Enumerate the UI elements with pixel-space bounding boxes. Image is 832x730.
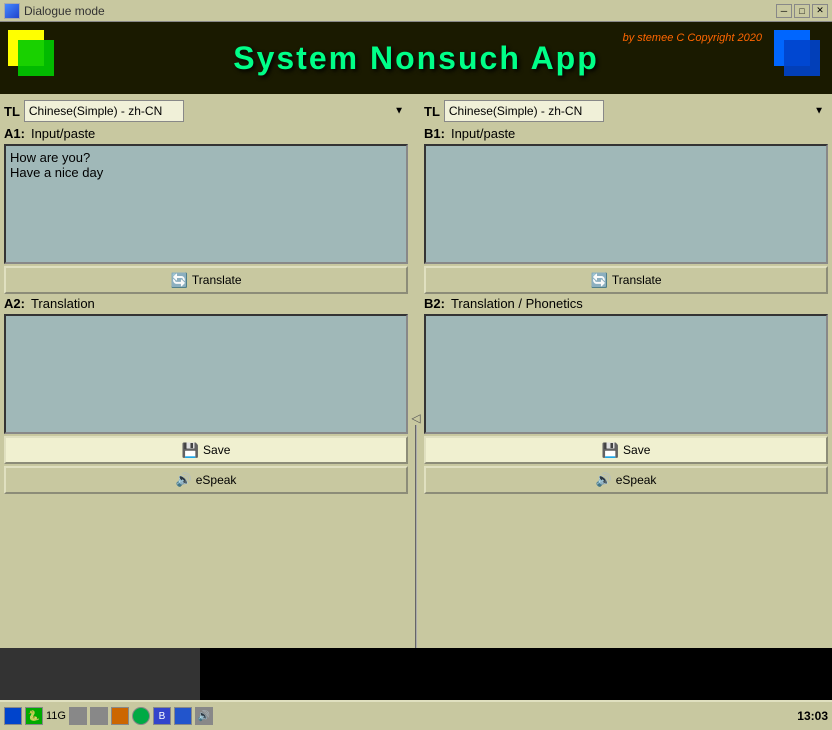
right-tl-select[interactable]: Chinese(Simple) - zh-CN bbox=[444, 100, 604, 122]
a1-desc: Input/paste bbox=[31, 126, 95, 141]
translate-icon-right: 🔄 bbox=[590, 272, 607, 289]
left-speak-label: eSpeak bbox=[196, 473, 237, 487]
a2-code: A2: bbox=[4, 296, 25, 311]
a1-code: A1: bbox=[4, 126, 25, 141]
a2-header: A2: Translation bbox=[4, 296, 408, 311]
right-speak-label: eSpeak bbox=[616, 473, 657, 487]
taskbar-icon-sound[interactable]: 🔊 bbox=[195, 707, 213, 725]
minimize-button[interactable]: ─ bbox=[776, 4, 792, 18]
b2-output[interactable] bbox=[424, 314, 828, 434]
b1-header: B1: Input/paste bbox=[424, 126, 828, 141]
header-left-icon bbox=[8, 30, 58, 86]
taskbar-icon-wifi[interactable] bbox=[174, 707, 192, 725]
left-save-button[interactable]: 💾 Save bbox=[4, 436, 408, 464]
app-title: System Nonsuch App bbox=[58, 40, 774, 77]
left-save-label: Save bbox=[203, 443, 230, 457]
left-tl-select[interactable]: Chinese(Simple) - zh-CN bbox=[24, 100, 184, 122]
header-banner: System Nonsuch App by stemee C Copyright… bbox=[0, 22, 832, 94]
speak-icon-right: 🔊 bbox=[596, 472, 612, 488]
b1-desc: Input/paste bbox=[451, 126, 515, 141]
columns: TL Chinese(Simple) - zh-CN A1: Input/pas… bbox=[4, 96, 828, 730]
a1-input[interactable]: How are you? Have a nice day bbox=[4, 144, 408, 264]
right-tl-select-wrapper: Chinese(Simple) - zh-CN bbox=[444, 100, 828, 122]
taskbar: 🐍 11G B 🔊 13:03 bbox=[0, 700, 832, 730]
title-bar: Dialogue mode ─ □ ✕ bbox=[0, 0, 832, 22]
b1-input[interactable] bbox=[424, 144, 828, 264]
blue-icon2 bbox=[784, 40, 820, 76]
window-title: Dialogue mode bbox=[24, 4, 105, 18]
taskbar-left: 🐍 11G B 🔊 bbox=[4, 707, 213, 725]
title-bar-left: Dialogue mode bbox=[4, 3, 105, 19]
terminal-area-left bbox=[0, 648, 200, 700]
right-espeak-button[interactable]: 🔊 eSpeak bbox=[424, 466, 828, 494]
b1-code: B1: bbox=[424, 126, 445, 141]
a2-output[interactable] bbox=[4, 314, 408, 434]
taskbar-icon-files[interactable] bbox=[69, 707, 87, 725]
left-translate-label: Translate bbox=[192, 273, 242, 287]
maximize-button[interactable]: □ bbox=[794, 4, 810, 18]
right-save-label: Save bbox=[623, 443, 650, 457]
app-icon bbox=[4, 3, 20, 19]
taskbar-time: 13:03 bbox=[797, 709, 828, 723]
right-translate-button[interactable]: 🔄 Translate bbox=[424, 266, 828, 294]
left-tl-label: TL bbox=[4, 104, 20, 119]
right-save-button[interactable]: 💾 Save bbox=[424, 436, 828, 464]
title-bar-controls: ─ □ ✕ bbox=[776, 4, 828, 18]
column-divider: ◁ bbox=[412, 96, 420, 730]
close-button[interactable]: ✕ bbox=[812, 4, 828, 18]
b2-code: B2: bbox=[424, 296, 445, 311]
right-tl-row: TL Chinese(Simple) - zh-CN bbox=[424, 100, 828, 122]
taskbar-notif: 11G bbox=[46, 710, 66, 722]
a1-header: A1: Input/paste bbox=[4, 126, 408, 141]
green-icon bbox=[18, 40, 54, 76]
right-column: TL Chinese(Simple) - zh-CN B1: Input/pas… bbox=[424, 96, 828, 730]
left-column: TL Chinese(Simple) - zh-CN A1: Input/pas… bbox=[4, 96, 408, 730]
taskbar-icon-python[interactable]: 🐍 bbox=[25, 707, 43, 725]
b2-header: B2: Translation / Phonetics bbox=[424, 296, 828, 311]
left-tl-row: TL Chinese(Simple) - zh-CN bbox=[4, 100, 408, 122]
right-translate-label: Translate bbox=[612, 273, 662, 287]
right-tl-label: TL bbox=[424, 104, 440, 119]
taskbar-icon-app3[interactable] bbox=[111, 707, 129, 725]
a2-desc: Translation bbox=[31, 296, 95, 311]
save-icon-right: 💾 bbox=[602, 442, 619, 459]
divider-arrow-icon: ◁ bbox=[411, 411, 420, 425]
header-right-icon bbox=[774, 30, 824, 86]
content-area: TL Chinese(Simple) - zh-CN A1: Input/pas… bbox=[0, 94, 832, 730]
left-tl-select-wrapper: Chinese(Simple) - zh-CN bbox=[24, 100, 408, 122]
copyright-text: by stemee C Copyright 2020 bbox=[623, 32, 762, 44]
save-icon-left: 💾 bbox=[182, 442, 199, 459]
translate-icon-left: 🔄 bbox=[170, 272, 187, 289]
taskbar-icon-network[interactable] bbox=[132, 707, 150, 725]
left-translate-button[interactable]: 🔄 Translate bbox=[4, 266, 408, 294]
taskbar-icon-bluetooth[interactable]: B bbox=[153, 707, 171, 725]
taskbar-icon-app2[interactable] bbox=[90, 707, 108, 725]
terminal-area-right bbox=[200, 648, 832, 700]
left-espeak-button[interactable]: 🔊 eSpeak bbox=[4, 466, 408, 494]
app-window: Dialogue mode ─ □ ✕ System Nonsuch App b… bbox=[0, 0, 832, 730]
b2-desc: Translation / Phonetics bbox=[451, 296, 583, 311]
taskbar-icon-start[interactable] bbox=[4, 707, 22, 725]
speak-icon-left: 🔊 bbox=[176, 472, 192, 488]
